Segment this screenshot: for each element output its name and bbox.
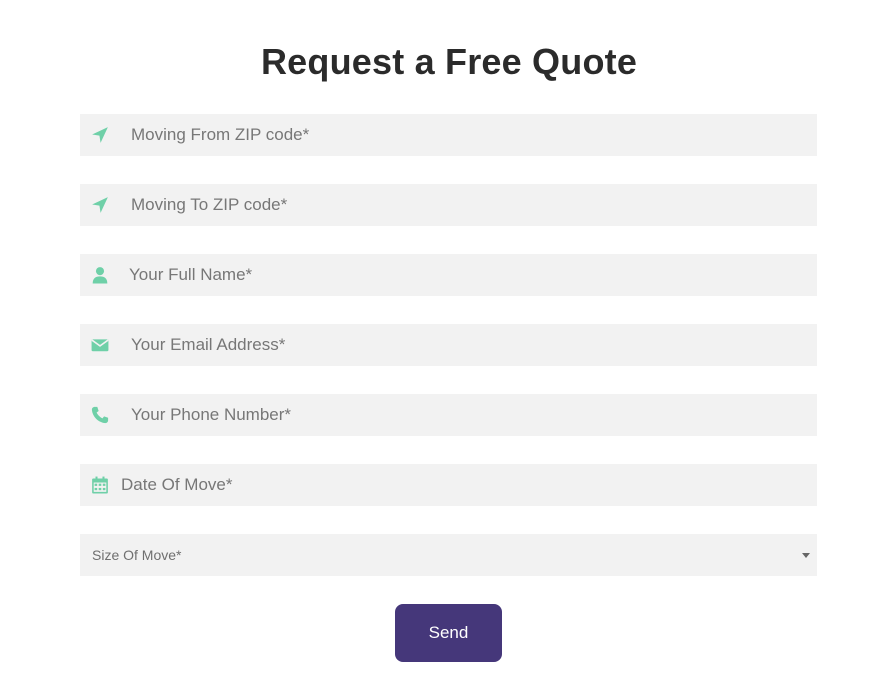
calendar-icon xyxy=(91,476,109,494)
date-field[interactable] xyxy=(80,464,817,506)
envelope-icon xyxy=(91,336,109,354)
moving-from-input[interactable] xyxy=(131,114,817,156)
user-icon xyxy=(91,266,109,284)
phone-icon xyxy=(91,406,109,424)
phone-field[interactable] xyxy=(80,394,817,436)
location-arrow-icon xyxy=(91,126,109,144)
size-of-move-selected: Size Of Move* xyxy=(92,547,182,563)
moving-to-field[interactable] xyxy=(80,184,817,226)
form-title: Request a Free Quote xyxy=(260,41,638,82)
moving-from-field[interactable] xyxy=(80,114,817,156)
full-name-field[interactable] xyxy=(80,254,817,296)
phone-input[interactable] xyxy=(131,394,817,436)
moving-to-input[interactable] xyxy=(131,184,817,226)
full-name-input[interactable] xyxy=(129,254,817,296)
date-input[interactable] xyxy=(121,464,817,506)
size-of-move-select[interactable]: Size Of Move* xyxy=(80,534,817,576)
email-input[interactable] xyxy=(131,324,817,366)
location-arrow-icon xyxy=(91,196,109,214)
chevron-down-icon[interactable] xyxy=(802,553,810,558)
send-button[interactable]: Send xyxy=(395,604,502,662)
email-field[interactable] xyxy=(80,324,817,366)
